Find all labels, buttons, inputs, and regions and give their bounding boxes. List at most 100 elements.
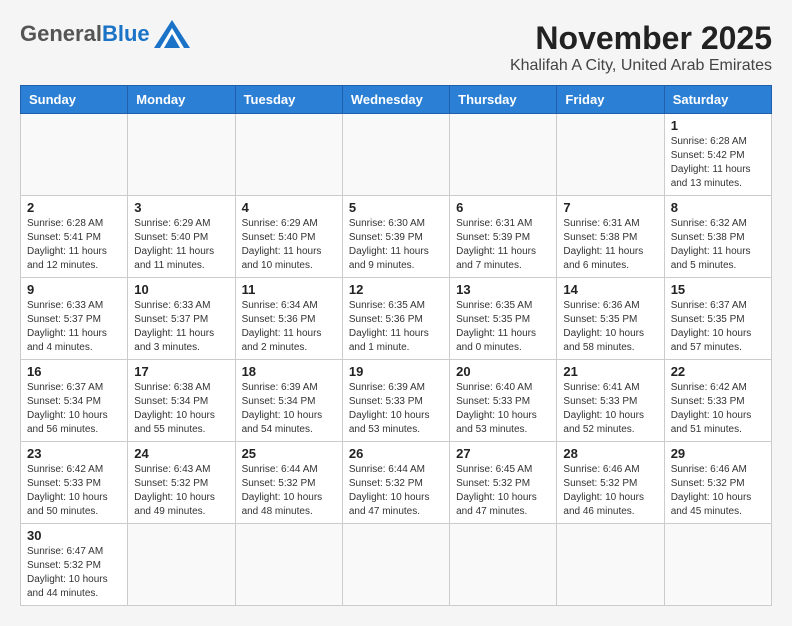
day-number: 12 [349, 282, 443, 297]
day-info: Sunrise: 6:34 AM Sunset: 5:36 PM Dayligh… [242, 299, 336, 355]
month-year-title: November 2025 [510, 20, 772, 57]
day-number: 19 [349, 364, 443, 379]
day-info: Sunrise: 6:33 AM Sunset: 5:37 PM Dayligh… [134, 299, 228, 355]
day-number: 29 [671, 446, 765, 461]
calendar-cell [342, 524, 449, 606]
calendar-cell: 10 Sunrise: 6:33 AM Sunset: 5:37 PM Dayli… [128, 278, 235, 360]
day-number: 20 [456, 364, 550, 379]
calendar-cell [128, 114, 235, 196]
calendar-cell: 5Sunrise: 6:30 AM Sunset: 5:39 PM Daylig… [342, 196, 449, 278]
day-info: Sunrise: 6:42 AM Sunset: 5:33 PM Dayligh… [27, 463, 121, 519]
day-info: Sunrise: 6:31 AM Sunset: 5:39 PM Dayligh… [456, 217, 550, 273]
calendar-cell: 29 Sunrise: 6:46 AM Sunset: 5:32 PM Dayli… [664, 442, 771, 524]
day-number: 30 [27, 528, 121, 543]
day-info: Sunrise: 6:42 AM Sunset: 5:33 PM Dayligh… [671, 381, 765, 437]
calendar-cell: 14Sunrise: 6:36 AM Sunset: 5:35 PM Dayli… [557, 278, 664, 360]
location-title: Khalifah A City, United Arab Emirates [510, 57, 772, 75]
calendar-cell: 18 Sunrise: 6:39 AM Sunset: 5:34 PM Dayli… [235, 360, 342, 442]
calendar-cell: 9 Sunrise: 6:33 AM Sunset: 5:37 PM Daylig… [21, 278, 128, 360]
calendar-week-row: 2Sunrise: 6:28 AM Sunset: 5:41 PM Daylig… [21, 196, 772, 278]
calendar-cell: 2Sunrise: 6:28 AM Sunset: 5:41 PM Daylig… [21, 196, 128, 278]
calendar-cell: 1 Sunrise: 6:28 AM Sunset: 5:42 PM Daylig… [664, 114, 771, 196]
day-header-saturday: Saturday [664, 86, 771, 114]
day-number: 9 [27, 282, 121, 297]
day-number: 16 [27, 364, 121, 379]
calendar-header-row: SundayMondayTuesdayWednesdayThursdayFrid… [21, 86, 772, 114]
day-number: 1 [671, 118, 765, 133]
day-number: 24 [134, 446, 228, 461]
day-number: 23 [27, 446, 121, 461]
calendar-cell [450, 114, 557, 196]
day-info: Sunrise: 6:32 AM Sunset: 5:38 PM Dayligh… [671, 217, 765, 273]
day-info: Sunrise: 6:36 AM Sunset: 5:35 PM Dayligh… [563, 299, 657, 355]
calendar-cell: 4 Sunrise: 6:29 AM Sunset: 5:40 PM Daylig… [235, 196, 342, 278]
day-info: Sunrise: 6:37 AM Sunset: 5:35 PM Dayligh… [671, 299, 765, 355]
day-number: 28 [563, 446, 657, 461]
calendar-cell [450, 524, 557, 606]
calendar-cell: 17 Sunrise: 6:38 AM Sunset: 5:34 PM Dayli… [128, 360, 235, 442]
day-info: Sunrise: 6:33 AM Sunset: 5:37 PM Dayligh… [27, 299, 121, 355]
calendar-cell: 25Sunrise: 6:44 AM Sunset: 5:32 PM Dayli… [235, 442, 342, 524]
calendar-cell: 15 Sunrise: 6:37 AM Sunset: 5:35 PM Dayli… [664, 278, 771, 360]
title-area: November 2025 Khalifah A City, United Ar… [510, 20, 772, 75]
day-number: 22 [671, 364, 765, 379]
calendar-cell: 20 Sunrise: 6:40 AM Sunset: 5:33 PM Dayli… [450, 360, 557, 442]
logo: General Blue [20, 20, 190, 48]
day-number: 2 [27, 200, 121, 215]
day-number: 21 [563, 364, 657, 379]
day-info: Sunrise: 6:44 AM Sunset: 5:32 PM Dayligh… [349, 463, 443, 519]
day-header-monday: Monday [128, 86, 235, 114]
day-info: Sunrise: 6:39 AM Sunset: 5:34 PM Dayligh… [242, 381, 336, 437]
day-header-thursday: Thursday [450, 86, 557, 114]
calendar-cell: 28 Sunrise: 6:46 AM Sunset: 5:32 PM Dayli… [557, 442, 664, 524]
day-number: 7 [563, 200, 657, 215]
day-info: Sunrise: 6:47 AM Sunset: 5:32 PM Dayligh… [27, 545, 121, 601]
day-info: Sunrise: 6:37 AM Sunset: 5:34 PM Dayligh… [27, 381, 121, 437]
calendar-cell [128, 524, 235, 606]
calendar-cell: 7 Sunrise: 6:31 AM Sunset: 5:38 PM Daylig… [557, 196, 664, 278]
day-info: Sunrise: 6:45 AM Sunset: 5:32 PM Dayligh… [456, 463, 550, 519]
calendar-cell: 22 Sunrise: 6:42 AM Sunset: 5:33 PM Dayli… [664, 360, 771, 442]
day-info: Sunrise: 6:46 AM Sunset: 5:32 PM Dayligh… [563, 463, 657, 519]
calendar-cell: 3Sunrise: 6:29 AM Sunset: 5:40 PM Daylig… [128, 196, 235, 278]
calendar-week-row: 30 Sunrise: 6:47 AM Sunset: 5:32 PM Dayli… [21, 524, 772, 606]
day-info: Sunrise: 6:31 AM Sunset: 5:38 PM Dayligh… [563, 217, 657, 273]
day-info: Sunrise: 6:35 AM Sunset: 5:35 PM Dayligh… [456, 299, 550, 355]
day-info: Sunrise: 6:29 AM Sunset: 5:40 PM Dayligh… [134, 217, 228, 273]
day-info: Sunrise: 6:44 AM Sunset: 5:32 PM Dayligh… [242, 463, 336, 519]
calendar-cell [557, 524, 664, 606]
calendar-cell: 12Sunrise: 6:35 AM Sunset: 5:36 PM Dayli… [342, 278, 449, 360]
day-info: Sunrise: 6:38 AM Sunset: 5:34 PM Dayligh… [134, 381, 228, 437]
day-number: 10 [134, 282, 228, 297]
day-info: Sunrise: 6:46 AM Sunset: 5:32 PM Dayligh… [671, 463, 765, 519]
day-header-wednesday: Wednesday [342, 86, 449, 114]
day-number: 6 [456, 200, 550, 215]
day-number: 4 [242, 200, 336, 215]
calendar-cell [664, 524, 771, 606]
calendar-cell: 24Sunrise: 6:43 AM Sunset: 5:32 PM Dayli… [128, 442, 235, 524]
calendar-cell: 23 Sunrise: 6:42 AM Sunset: 5:33 PM Dayli… [21, 442, 128, 524]
day-info: Sunrise: 6:39 AM Sunset: 5:33 PM Dayligh… [349, 381, 443, 437]
calendar-cell: 6 Sunrise: 6:31 AM Sunset: 5:39 PM Daylig… [450, 196, 557, 278]
day-info: Sunrise: 6:28 AM Sunset: 5:42 PM Dayligh… [671, 135, 765, 191]
day-header-tuesday: Tuesday [235, 86, 342, 114]
calendar-week-row: 16 Sunrise: 6:37 AM Sunset: 5:34 PM Dayli… [21, 360, 772, 442]
calendar-cell: 27Sunrise: 6:45 AM Sunset: 5:32 PM Dayli… [450, 442, 557, 524]
day-number: 17 [134, 364, 228, 379]
calendar-cell: 26Sunrise: 6:44 AM Sunset: 5:32 PM Dayli… [342, 442, 449, 524]
calendar-week-row: 1 Sunrise: 6:28 AM Sunset: 5:42 PM Daylig… [21, 114, 772, 196]
calendar-week-row: 23 Sunrise: 6:42 AM Sunset: 5:33 PM Dayli… [21, 442, 772, 524]
day-header-sunday: Sunday [21, 86, 128, 114]
calendar-cell: 16 Sunrise: 6:37 AM Sunset: 5:34 PM Dayli… [21, 360, 128, 442]
calendar-cell: 13 Sunrise: 6:35 AM Sunset: 5:35 PM Dayli… [450, 278, 557, 360]
header: General Blue November 2025 Khalifah A Ci… [20, 20, 772, 75]
day-number: 15 [671, 282, 765, 297]
day-info: Sunrise: 6:29 AM Sunset: 5:40 PM Dayligh… [242, 217, 336, 273]
day-info: Sunrise: 6:41 AM Sunset: 5:33 PM Dayligh… [563, 381, 657, 437]
calendar-cell [235, 524, 342, 606]
day-info: Sunrise: 6:40 AM Sunset: 5:33 PM Dayligh… [456, 381, 550, 437]
day-number: 13 [456, 282, 550, 297]
day-number: 18 [242, 364, 336, 379]
logo-icon [154, 20, 190, 48]
calendar-week-row: 9 Sunrise: 6:33 AM Sunset: 5:37 PM Daylig… [21, 278, 772, 360]
